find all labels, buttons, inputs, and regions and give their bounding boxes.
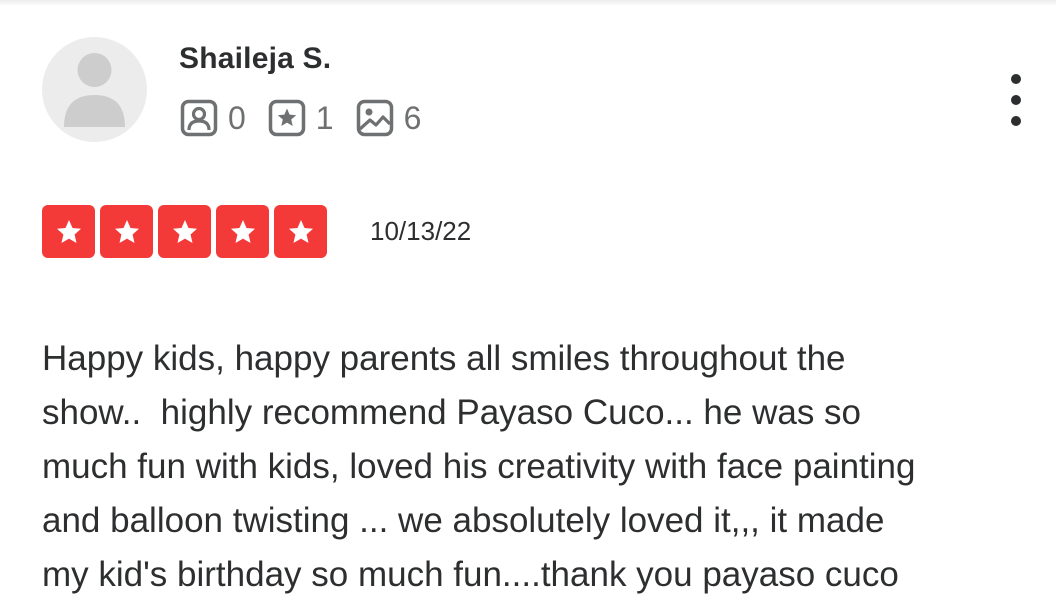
rating-star-4 <box>216 205 269 258</box>
review-text-line: Happy kids, happy parents all smiles thr… <box>42 339 846 378</box>
photos-count: 6 <box>403 99 422 136</box>
star-icon <box>56 219 81 243</box>
photos-stat: 6 <box>356 99 422 137</box>
friends-stat: 0 <box>180 99 246 137</box>
more-vertical-icon <box>1011 74 1021 84</box>
star-icon <box>230 219 255 243</box>
review-date: 10/13/22 <box>370 216 472 246</box>
user-stats: 0 1 6 <box>180 98 443 138</box>
default-user-avatar-icon <box>64 53 125 127</box>
more-vertical-icon-dot <box>1011 116 1021 126</box>
review-text-line: and balloon twisting ... we absolutely l… <box>42 501 885 540</box>
star-icon <box>288 219 313 243</box>
reviews-star-icon <box>268 99 306 137</box>
friends-count: 0 <box>228 99 246 136</box>
review-card: Shaileja S. 0 1 6 10/13/22 Happy kids, h… <box>0 0 1056 615</box>
more-vertical-icon-dot <box>1011 95 1021 105</box>
star-rating <box>42 205 332 258</box>
rating-star-3 <box>158 205 211 258</box>
avatar[interactable] <box>42 37 147 142</box>
review-text-line: much fun with kids, loved his creativity… <box>42 447 916 486</box>
review-text-line: my kid's birthday so much fun....thank y… <box>42 555 899 594</box>
review-text-line: show.. highly recommend Payaso Cuco... h… <box>42 393 862 432</box>
rating-star-5 <box>274 205 327 258</box>
star-icon <box>114 219 139 243</box>
rating-star-2 <box>100 205 153 258</box>
friends-icon <box>180 99 218 137</box>
photos-icon <box>356 99 393 137</box>
user-name[interactable]: Shaileja S. <box>179 42 331 76</box>
reviews-stat: 1 <box>268 99 334 137</box>
review-text: Happy kids, happy parents all smiles thr… <box>42 332 1042 602</box>
rating-star-1 <box>42 205 95 258</box>
more-options-button[interactable] <box>996 74 1036 126</box>
star-icon <box>172 219 197 243</box>
reviews-count: 1 <box>315 99 334 136</box>
